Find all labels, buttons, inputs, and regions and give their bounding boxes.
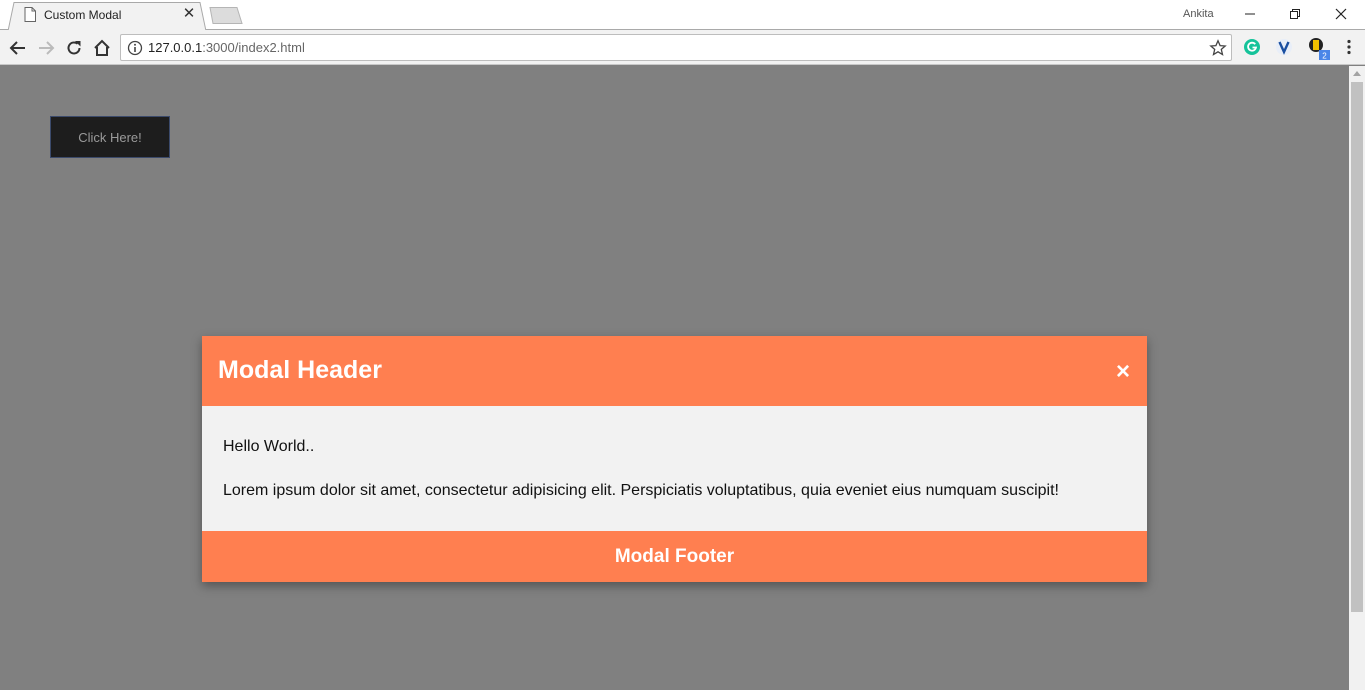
modal-header: Modal Header ×: [202, 336, 1147, 406]
modal-dialog: Modal Header × Hello World.. Lorem ipsum…: [202, 336, 1147, 582]
scroll-up-arrow-icon[interactable]: [1353, 71, 1361, 76]
modal-text: Lorem ipsum dolor sit amet, consectetur …: [223, 482, 1059, 499]
reload-icon[interactable]: [64, 38, 84, 58]
vertical-scrollbar[interactable]: [1349, 66, 1365, 690]
click-here-button[interactable]: Click Here!: [50, 116, 170, 158]
back-icon[interactable]: [8, 38, 28, 58]
menu-kebab-icon[interactable]: [1339, 37, 1359, 57]
modal-body: Hello World.. Lorem ipsum dolor sit amet…: [202, 406, 1147, 531]
extension-v-icon[interactable]: [1274, 37, 1294, 57]
home-icon[interactable]: [92, 38, 112, 58]
extension-badge-icon[interactable]: 2: [1306, 35, 1332, 61]
bookmark-star-icon[interactable]: [1209, 39, 1227, 57]
page-overlay: Click Here! Modal Header × Hello World..…: [0, 66, 1349, 690]
forward-icon[interactable]: [36, 38, 56, 58]
modal-footer: Modal Footer: [202, 531, 1147, 582]
profile-name[interactable]: Ankita: [1183, 8, 1214, 20]
browser-toolbar: 127.0.0.1:3000/index2.html 2: [0, 30, 1365, 65]
tab-close-icon[interactable]: ✕: [182, 6, 196, 22]
modal-title: Modal Header: [218, 356, 382, 384]
window-close-icon[interactable]: [1329, 4, 1353, 24]
url-text[interactable]: 127.0.0.1:3000/index2.html: [148, 40, 305, 55]
scroll-thumb[interactable]: [1351, 82, 1363, 612]
page-icon: [24, 7, 36, 22]
extension-badge-count: 2: [1322, 52, 1327, 61]
minimize-icon[interactable]: [1238, 4, 1262, 24]
tab-strip: Custom Modal ✕ Ankita: [0, 0, 1365, 31]
restore-icon[interactable]: [1283, 4, 1307, 24]
grammarly-icon[interactable]: [1242, 37, 1262, 57]
new-tab-button[interactable]: [209, 7, 243, 24]
tab-title: Custom Modal: [44, 8, 122, 22]
address-bar[interactable]: 127.0.0.1:3000/index2.html: [120, 34, 1232, 61]
info-icon[interactable]: [127, 40, 143, 56]
modal-greeting: Hello World..: [223, 438, 315, 455]
modal-close-icon[interactable]: ×: [1112, 360, 1134, 384]
